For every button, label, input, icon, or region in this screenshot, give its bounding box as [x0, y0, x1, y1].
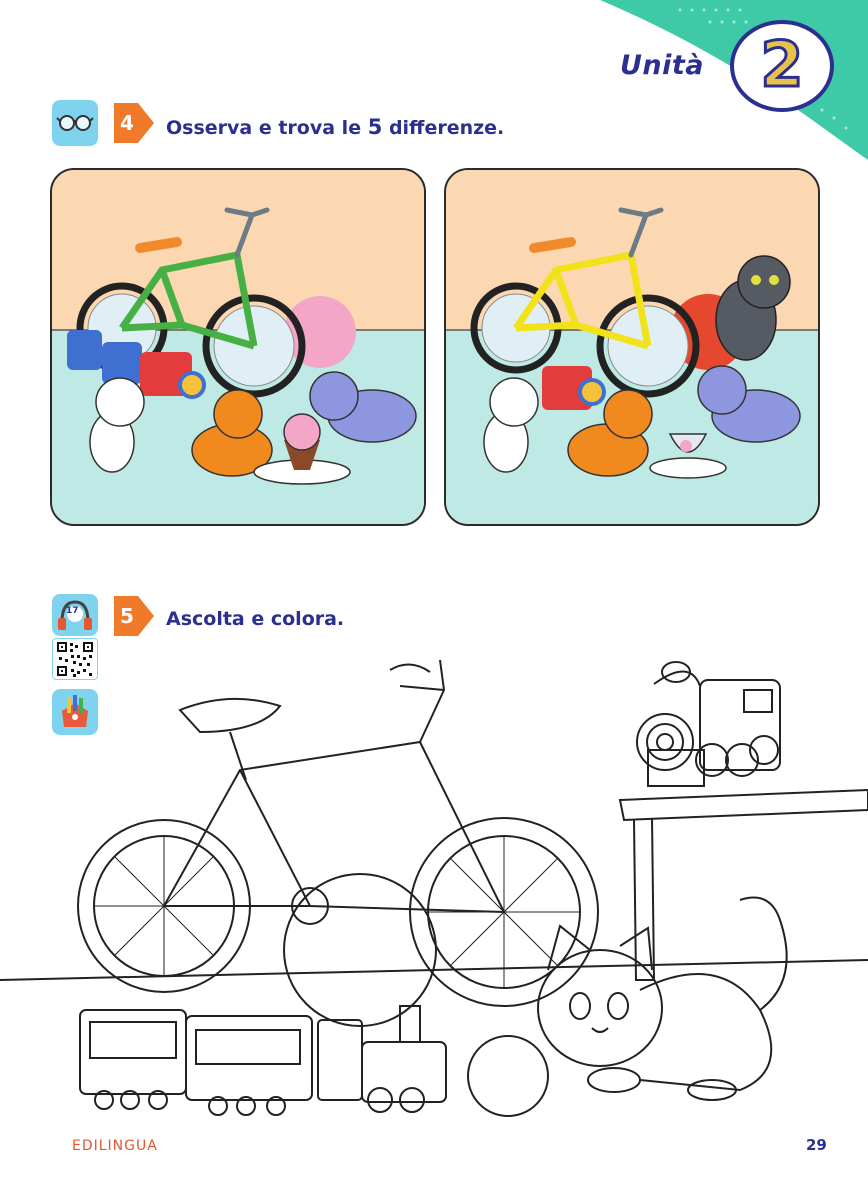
- unit-number: 2: [759, 27, 805, 103]
- glasses-icon: [52, 100, 98, 146]
- exercise-4-badge: 4: [110, 103, 156, 143]
- exercise-5-number: 5: [120, 604, 134, 628]
- exercise-5-badge: 5: [110, 596, 156, 636]
- exercise-5-instruction: Ascolta e colora.: [166, 608, 345, 630]
- scene-right-image: [444, 168, 820, 526]
- exercise-4-number: 4: [120, 111, 134, 135]
- publisher-logo: EDILINGUA: [72, 1138, 158, 1154]
- page-number: 29: [806, 1136, 827, 1154]
- exercise-4-instruction: Osserva e trova le 5 differenze.: [166, 115, 505, 139]
- scene-left-image: [50, 168, 426, 526]
- headphones-icon: 17: [52, 594, 98, 636]
- unit-number-badge: 2: [730, 20, 834, 112]
- coloring-picture: [0, 659, 868, 1117]
- unit-label: Unità: [620, 50, 705, 81]
- track-number: 17: [66, 606, 79, 616]
